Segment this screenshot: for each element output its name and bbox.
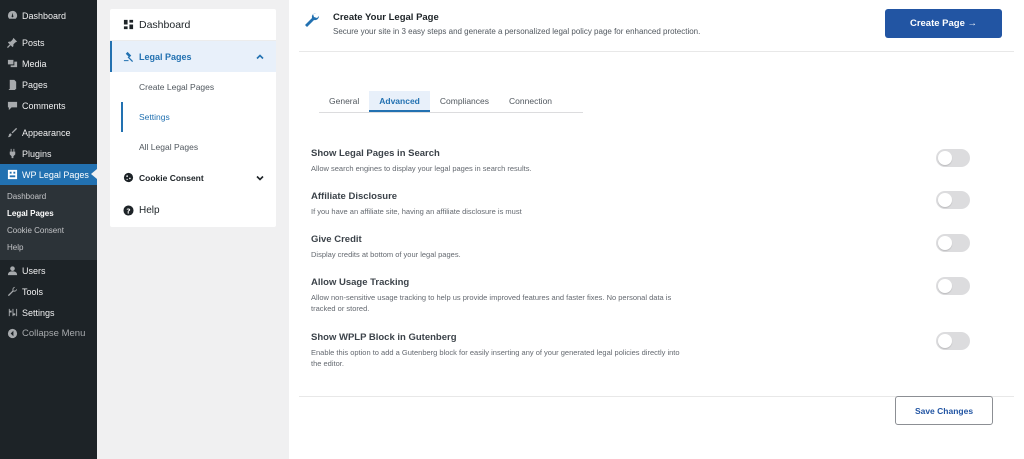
setting-description: If you have an affiliate site, having an… (311, 207, 522, 216)
wp-menu-label: Pages (22, 79, 48, 90)
dashboard-icon (6, 10, 18, 22)
setting-title: Give Credit (311, 234, 362, 245)
plugin-nav-all-legal-pages[interactable]: All Legal Pages (121, 132, 276, 162)
save-changes-button[interactable]: Save Changes (895, 396, 993, 425)
wp-menu-label: Tools (22, 286, 44, 297)
setting-row: Affiliate Disclosure If you have an affi… (311, 191, 951, 217)
settings-icon (6, 307, 18, 319)
plugin-nav-legal-pages[interactable]: Legal Pages (110, 41, 276, 72)
wp-menu-plugins[interactable]: Plugins (0, 143, 97, 164)
setting-description: Allow non-sensitive usage tracking to he… (311, 293, 672, 314)
wp-submenu-cookie-consent[interactable]: Cookie Consent (0, 222, 97, 239)
plugin-nav: Dashboard Legal Pages Create Legal Pages… (110, 9, 276, 227)
wp-menu-pages[interactable]: Pages (0, 74, 97, 95)
plugin-nav-create-legal-pages[interactable]: Create Legal Pages (121, 72, 276, 102)
wp-menu-label: Users (22, 265, 46, 276)
setting-title: Show WPLP Block in Gutenberg (311, 332, 457, 343)
page-icon (6, 79, 18, 91)
tab-connection[interactable]: Connection (499, 91, 562, 112)
wp-menu-posts[interactable]: Posts (0, 32, 97, 53)
users-icon (6, 265, 18, 277)
cookie-icon (123, 172, 134, 183)
chevron-up-icon (256, 53, 264, 61)
wp-menu-dashboard[interactable]: Dashboard (0, 5, 97, 26)
setting-row: Give Credit Display credits at bottom of… (311, 234, 951, 260)
wp-menu-label: Media (22, 58, 47, 69)
wp-menu-label: Collapse Menu (22, 328, 86, 339)
setting-title: Show Legal Pages in Search (311, 148, 440, 159)
brush-icon (6, 127, 18, 139)
plugin-nav-help[interactable]: ? Help (110, 193, 276, 227)
toggle-give-credit[interactable] (936, 234, 970, 252)
setting-title: Allow Usage Tracking (311, 277, 410, 288)
wplp-logo-icon (6, 169, 18, 181)
wp-menu-appearance[interactable]: Appearance (0, 122, 97, 143)
wp-menu-wp-legal-pages[interactable]: WP Legal Pages (0, 164, 97, 185)
wp-menu-tools[interactable]: Tools (0, 281, 97, 302)
plugin-nav-label: Cookie Consent (139, 172, 204, 183)
toggle-affiliate-disclosure[interactable] (936, 191, 970, 209)
gavel-icon (123, 51, 134, 62)
collapse-icon (6, 328, 18, 340)
wp-menu-label: Posts (22, 37, 45, 48)
plugin-icon (6, 148, 18, 160)
plugin-nav-label: Dashboard (139, 18, 191, 31)
chevron-down-icon (256, 174, 264, 182)
pin-icon (6, 37, 18, 49)
wp-menu-settings[interactable]: Settings (0, 302, 97, 323)
wp-menu-label: Comments (22, 100, 66, 111)
wrench-icon (6, 286, 18, 298)
setting-row: Show Legal Pages in Search Allow search … (311, 148, 951, 174)
wp-menu-label: Settings (22, 307, 55, 318)
plugin-nav-label: Help (139, 204, 160, 216)
tab-compliances[interactable]: Compliances (430, 91, 499, 112)
svg-text:?: ? (126, 206, 130, 215)
wp-menu-label: WP Legal Pages (22, 169, 89, 180)
help-icon: ? (123, 204, 134, 216)
grid-icon (123, 19, 134, 30)
wp-menu-label: Appearance (22, 127, 71, 138)
wp-menu-label: Plugins (22, 148, 52, 159)
wp-submenu-dashboard[interactable]: Dashboard (0, 188, 97, 205)
setting-row: Show WPLP Block in Gutenberg Enable this… (311, 332, 951, 370)
settings-panel: Create Your Legal Page Secure your site … (289, 0, 1024, 459)
wrench-icon (304, 12, 324, 32)
wp-submenu-help[interactable]: Help (0, 239, 97, 256)
setting-description: Allow search engines to display your leg… (311, 164, 532, 173)
tab-advanced[interactable]: Advanced (369, 91, 430, 112)
plugin-nav-cookie-consent[interactable]: Cookie Consent (110, 162, 276, 193)
wp-menu-users[interactable]: Users (0, 260, 97, 281)
plugin-nav-settings[interactable]: Settings (121, 102, 276, 132)
toggle-usage-tracking[interactable] (936, 277, 970, 295)
banner-title: Create Your Legal Page (333, 12, 439, 23)
toggle-wplp-block[interactable] (936, 332, 970, 350)
media-icon (6, 58, 18, 70)
settings-tabs: General Advanced Compliances Connection (319, 91, 583, 113)
plugin-nav-dashboard[interactable]: Dashboard (110, 9, 276, 41)
wp-admin-sidebar: Dashboard Posts Media Pages Comments App… (0, 0, 97, 459)
wp-submenu-legal-pages[interactable]: Legal Pages (0, 205, 97, 222)
comment-icon (6, 100, 18, 112)
wp-menu-label: Dashboard (22, 10, 67, 21)
wp-menu-collapse[interactable]: Collapse Menu (0, 323, 97, 344)
setting-row: Allow Usage Tracking Allow non-sensitive… (311, 277, 951, 315)
setting-description: Enable this option to add a Gutenberg bl… (311, 348, 680, 369)
setting-description: Display credits at bottom of your legal … (311, 250, 461, 259)
banner-description: Secure your site in 3 easy steps and gen… (333, 27, 701, 36)
create-page-button[interactable]: Create Page → (885, 9, 1002, 38)
wp-menu-comments[interactable]: Comments (0, 95, 97, 116)
setting-title: Affiliate Disclosure (311, 191, 398, 202)
tab-general[interactable]: General (319, 91, 369, 112)
create-page-banner: Create Your Legal Page Secure your site … (299, 0, 1014, 52)
wp-submenu: Dashboard Legal Pages Cookie Consent Hel… (0, 185, 97, 260)
plugin-nav-label: Legal Pages (139, 51, 192, 62)
toggle-show-in-search[interactable] (936, 149, 970, 167)
wp-menu-media[interactable]: Media (0, 53, 97, 74)
